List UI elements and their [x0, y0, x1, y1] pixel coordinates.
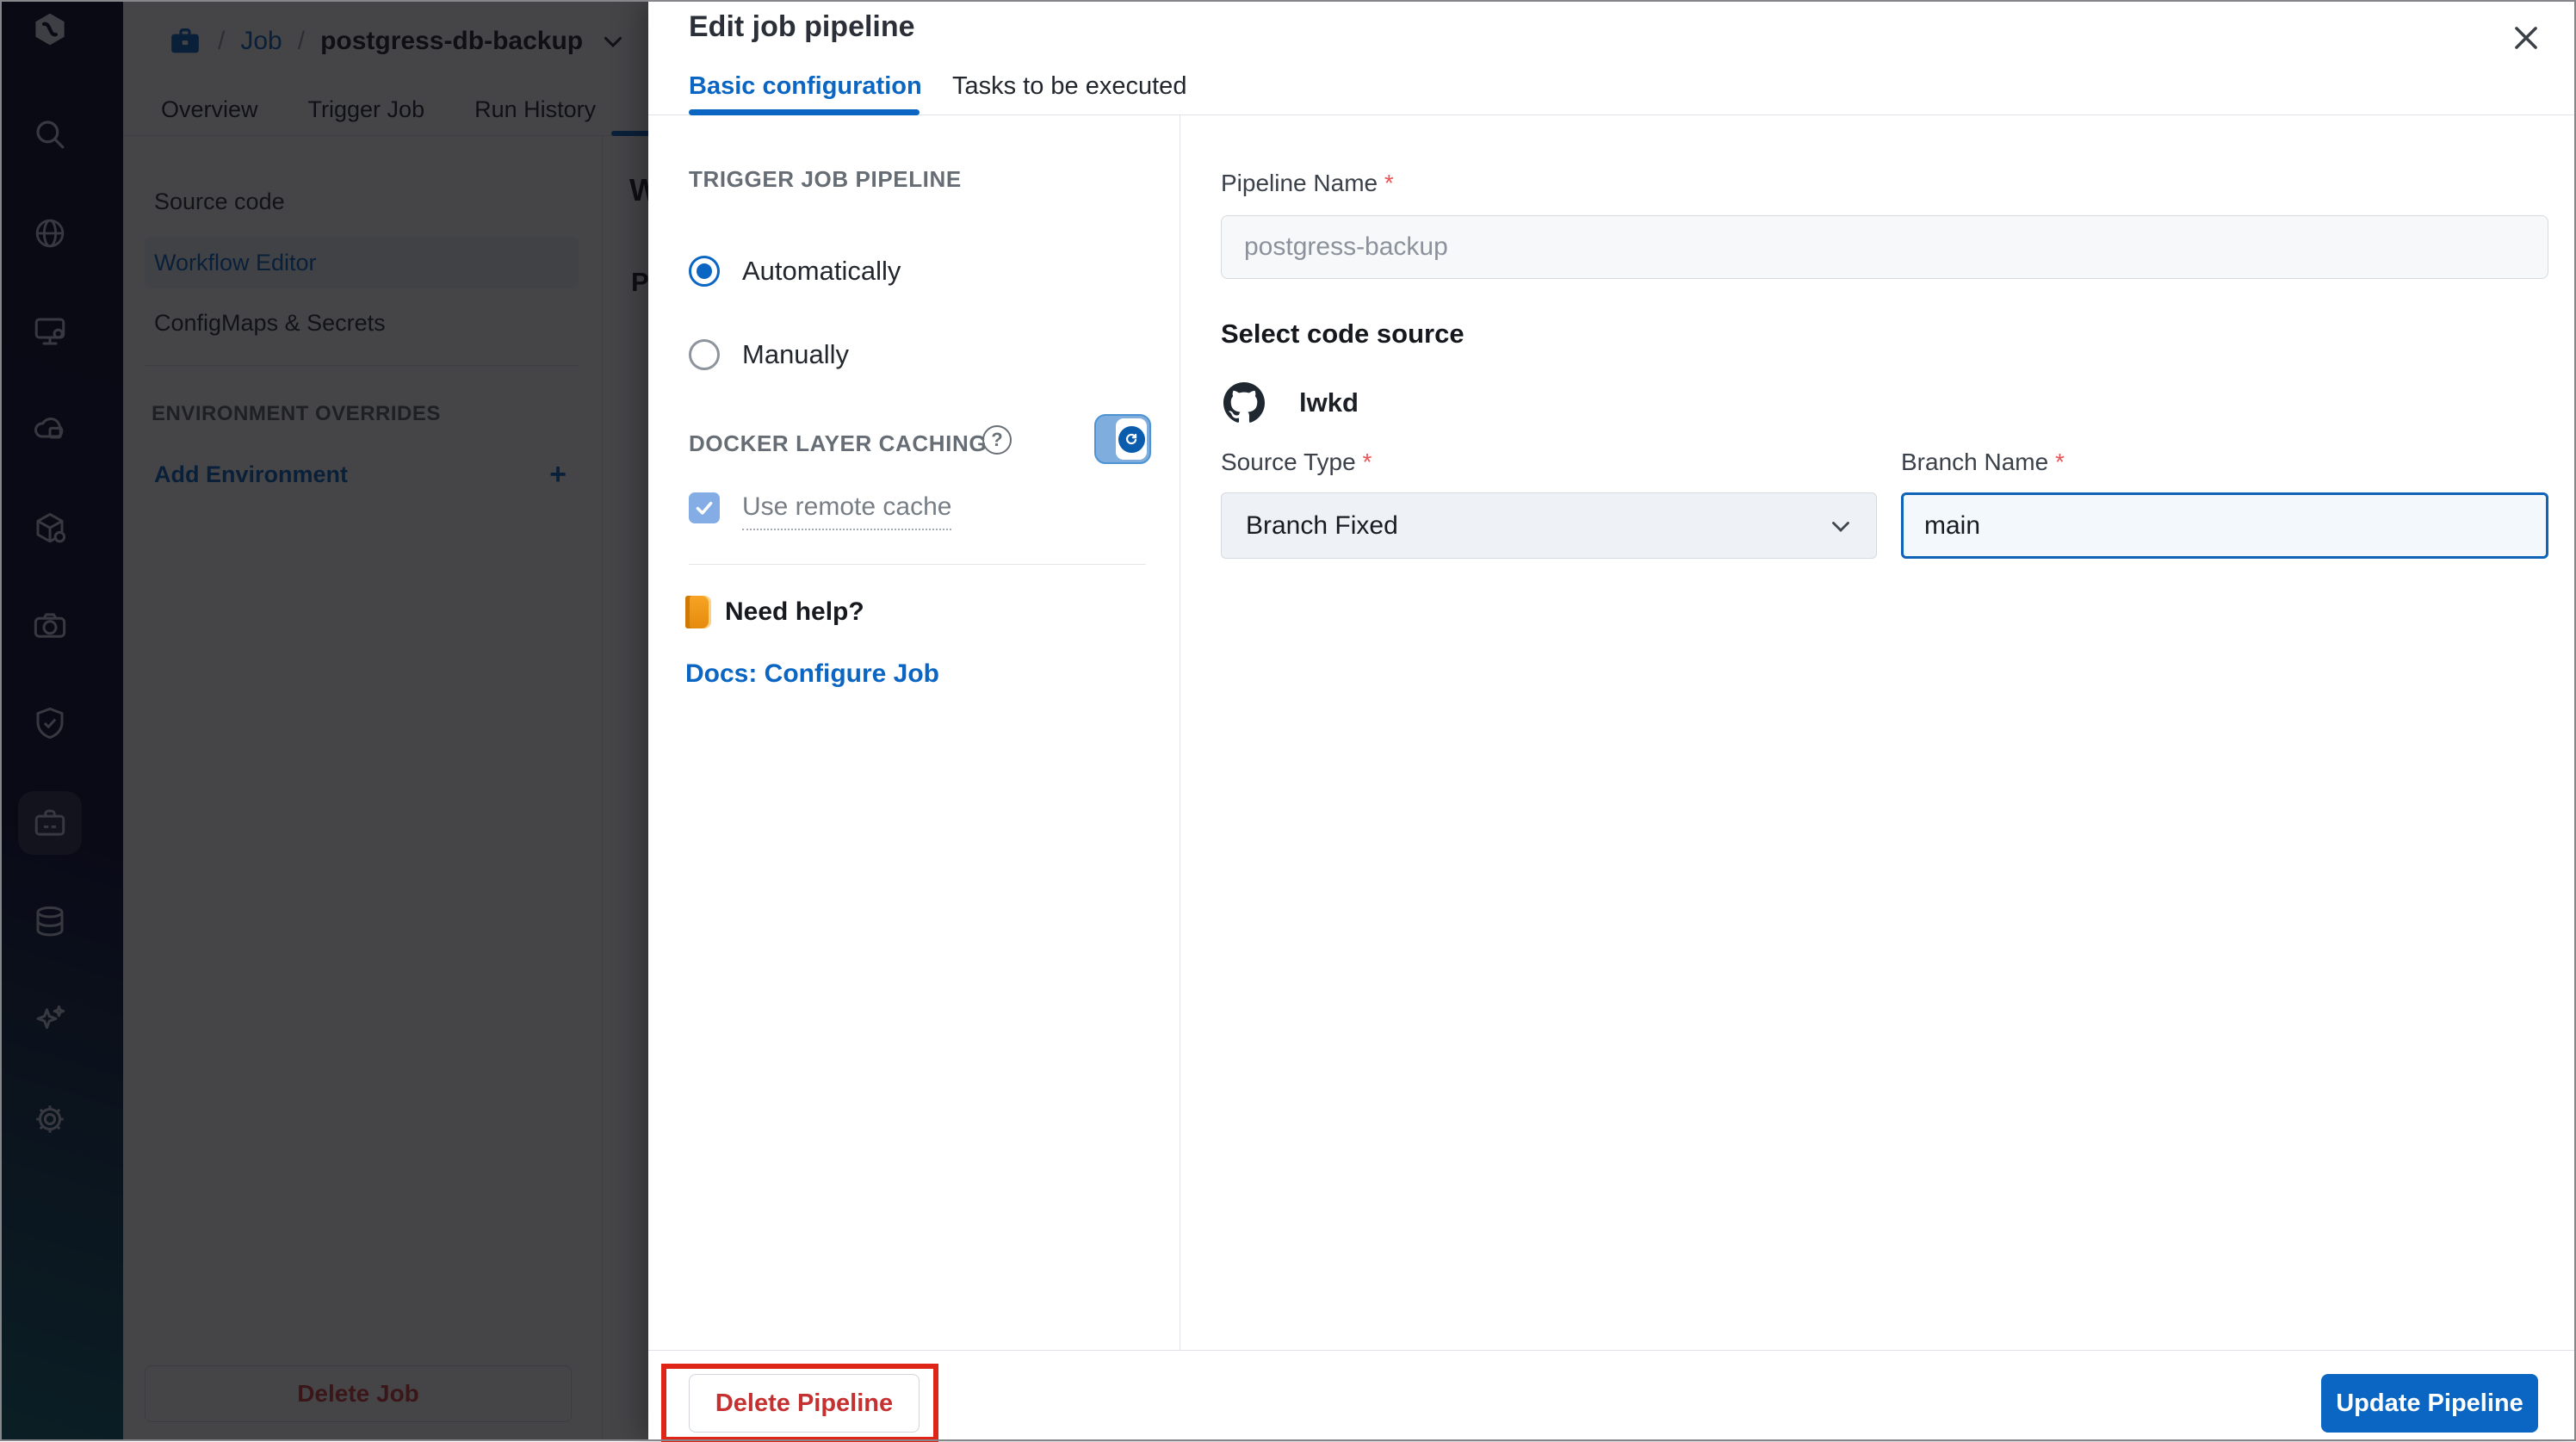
docs-configure-job-link[interactable]: Docs: Configure Job [685, 659, 939, 689]
book-icon [685, 596, 711, 628]
modal-footer: Delete Pipeline Update Pipeline [648, 1350, 2576, 1442]
modal-right-column: Pipeline Name * Select code source lwkd … [1181, 115, 2576, 1350]
trigger-job-pipeline-header: TRIGGER JOB PIPELINE [689, 166, 962, 192]
tab-tasks-to-be-executed[interactable]: Tasks to be executed [952, 72, 1186, 101]
radio-trigger-manually[interactable]: Manually [689, 335, 849, 374]
radio-label: Manually [742, 339, 850, 369]
required-asterisk: * [1384, 170, 1394, 196]
tab-basic-configuration[interactable]: Basic configuration [689, 72, 922, 101]
code-source-repo: lwkd [1223, 382, 1359, 424]
selected-value: Branch Fixed [1246, 511, 1398, 540]
label-text: Branch Name [1901, 449, 2049, 475]
modal-left-column: TRIGGER JOB PIPELINE Automatically Manua… [648, 115, 1180, 1350]
pipeline-name-input [1221, 215, 2548, 279]
checkbox-checked-icon [689, 492, 720, 523]
need-help-row: Need help? [685, 596, 864, 628]
repo-name: lwkd [1299, 387, 1359, 418]
edit-job-pipeline-modal: Edit job pipeline Basic configuration Ta… [648, 0, 2576, 1442]
modal-backdrop[interactable] [0, 0, 648, 1441]
select-code-source-header: Select code source [1221, 319, 1464, 349]
radio-selected-icon [689, 256, 720, 287]
radio-trigger-automatically[interactable]: Automatically [689, 251, 901, 291]
docker-layer-caching-toggle[interactable] [1094, 414, 1151, 464]
required-asterisk: * [2054, 449, 2065, 475]
docker-layer-caching-header: DOCKER LAYER CACHING [689, 430, 988, 456]
radio-unselected-icon [689, 339, 720, 370]
delete-pipeline-button[interactable]: Delete Pipeline [689, 1374, 920, 1433]
branch-name-input[interactable] [1901, 492, 2548, 559]
github-icon [1223, 382, 1265, 424]
required-asterisk: * [1362, 449, 1372, 475]
chevron-down-icon [1826, 511, 1855, 541]
active-tab-underline [689, 109, 920, 115]
source-type-select[interactable]: Branch Fixed [1221, 492, 1877, 559]
radio-label: Automatically [742, 256, 901, 286]
update-pipeline-button[interactable]: Update Pipeline [2321, 1374, 2538, 1433]
help-question-icon[interactable]: ? [982, 425, 1012, 455]
modal-tabbar: Basic configuration Tasks to be executed [648, 0, 2576, 115]
toggle-thumb [1116, 418, 1147, 460]
label-text: Pipeline Name [1221, 170, 1378, 196]
need-help-label: Need help? [725, 597, 864, 626]
label-text: Source Type [1221, 449, 1356, 475]
use-remote-cache-checkbox[interactable]: Use remote cache [689, 492, 952, 530]
pipeline-name-label: Pipeline Name * [1221, 170, 1394, 197]
toggle-state-icon [1118, 425, 1145, 453]
checkbox-label: Use remote cache [742, 492, 952, 530]
branch-name-label: Branch Name * [1901, 449, 2065, 476]
source-type-label: Source Type * [1221, 449, 1372, 476]
divider [689, 564, 1146, 565]
